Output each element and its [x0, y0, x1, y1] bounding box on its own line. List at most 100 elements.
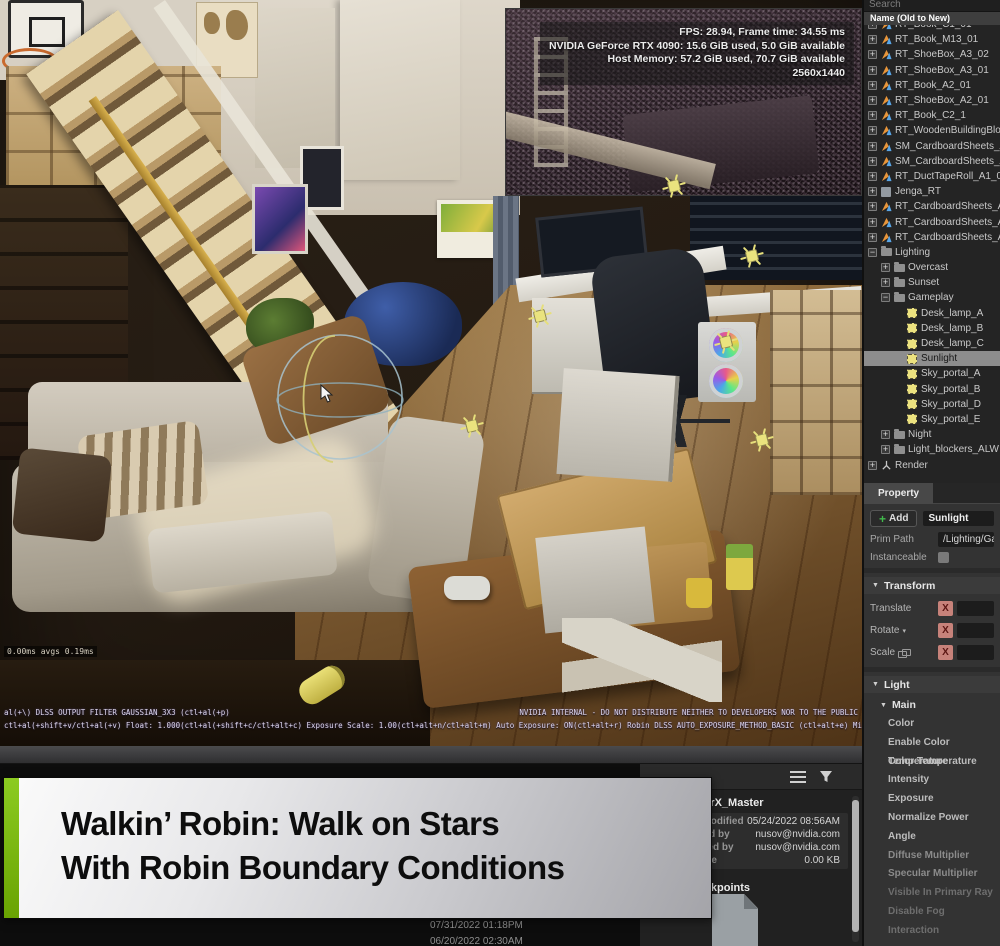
- stage-tree-item[interactable]: Sky_portal_E: [864, 412, 1000, 427]
- clear-transform-button[interactable]: X: [938, 645, 953, 660]
- stage-tree-item[interactable]: Desk_lamp_A: [864, 306, 1000, 321]
- stage-tree-item[interactable]: +Overcast: [864, 260, 1000, 275]
- stage-tree-item[interactable]: +RT_CardboardSheets_A1: [864, 214, 1000, 229]
- expander-plus-icon[interactable]: +: [868, 172, 877, 181]
- transform-section-header[interactable]: ▼ Transform: [864, 577, 1000, 594]
- stage-tree-item[interactable]: Sky_portal_D: [864, 397, 1000, 412]
- stage-tree-item[interactable]: +Render: [864, 457, 1000, 472]
- transform-value-field[interactable]: [957, 601, 994, 616]
- expander-plus-icon[interactable]: +: [868, 35, 877, 44]
- dropdown-caret-icon[interactable]: ▾: [902, 627, 906, 635]
- expander-plus-icon[interactable]: +: [881, 430, 890, 439]
- stage-tree-item[interactable]: − Gameplay: [864, 290, 1000, 305]
- tab-property[interactable]: Property: [864, 483, 933, 504]
- stage-tree-item[interactable]: Sky_portal_B: [864, 382, 1000, 397]
- stage-tree-item[interactable]: Sky_portal_A: [864, 366, 1000, 381]
- folder-icon: [893, 277, 905, 289]
- checkpoint-timestamps: 07/31/2022 01:18PM06/20/2022 02:30AM: [430, 918, 523, 946]
- file-icon[interactable]: [712, 894, 758, 946]
- expander-minus-icon[interactable]: −: [881, 293, 890, 302]
- stage-tree-item[interactable]: +RT_DuctTapeRoll_A1_01: [864, 169, 1000, 184]
- stage-tree-item[interactable]: +Night: [864, 427, 1000, 442]
- tree-item-label: Sunset: [908, 277, 939, 288]
- stage-tree-item[interactable]: +RT_Book_A2_01: [864, 78, 1000, 93]
- light-section-header[interactable]: ▼ Light: [864, 676, 1000, 693]
- expander-plus-icon[interactable]: +: [868, 96, 877, 105]
- expander-plus-icon[interactable]: +: [881, 263, 890, 272]
- light-main-subheader[interactable]: ▼ Main: [870, 693, 994, 715]
- stage-tree-item[interactable]: +RT_Book_M13_01: [864, 32, 1000, 47]
- game-controller: [444, 576, 490, 600]
- stage-tree-item[interactable]: + Sunset: [864, 275, 1000, 290]
- list-view-icon[interactable]: [790, 771, 806, 783]
- instanceable-checkbox[interactable]: [938, 552, 949, 563]
- expander-minus-icon[interactable]: −: [868, 248, 877, 257]
- xform-icon: [880, 79, 892, 91]
- light-icon: [906, 322, 918, 334]
- prim-path-field[interactable]: /Lighting/Ga: [938, 532, 994, 547]
- xform-icon: [880, 125, 892, 137]
- expander-plus-icon[interactable]: +: [868, 218, 877, 227]
- stage-tree-item[interactable]: +RT_CardboardSheets_A1: [864, 230, 1000, 245]
- expander-plus-icon[interactable]: +: [868, 142, 877, 151]
- stage-tree-item[interactable]: −Lighting: [864, 245, 1000, 260]
- transform-value-field[interactable]: [957, 645, 994, 660]
- checkpoint-timestamp: 07/31/2022 01:18PM: [430, 918, 523, 934]
- viewport-bottom-toolbar: [0, 746, 862, 764]
- clear-transform-button[interactable]: X: [938, 601, 953, 616]
- filter-icon[interactable]: [818, 769, 834, 785]
- light-gizmo-icon[interactable]: [462, 416, 482, 436]
- expander-plus-icon[interactable]: +: [868, 126, 877, 135]
- stage-tree-item[interactable]: +RT_ShoeBox_A3_01: [864, 63, 1000, 78]
- transform-value-field[interactable]: [957, 623, 994, 638]
- light-gizmo-icon[interactable]: [530, 306, 550, 326]
- expander-plus-icon[interactable]: +: [868, 157, 877, 166]
- stage-tree-item[interactable]: Desk_lamp_C: [864, 336, 1000, 351]
- stage-tree-item[interactable]: Desk_lamp_B: [864, 321, 1000, 336]
- light-gizmo-icon[interactable]: [664, 176, 684, 196]
- expander-plus-icon[interactable]: +: [868, 111, 877, 120]
- prim-name-field[interactable]: Sunlight: [923, 511, 994, 526]
- stage-tree-item[interactable]: +SM_CardboardSheets_A: [864, 154, 1000, 169]
- debug-console-overlay: al(+\) DLSS OUTPUT FILTER GAUSSIAN_3X3 (…: [0, 706, 862, 732]
- light-property-label: Visible In Primary Ray: [888, 884, 994, 903]
- add-property-button[interactable]: + Add: [870, 510, 917, 527]
- stage-tree-item[interactable]: +RT_CardboardSheets_A1: [864, 199, 1000, 214]
- tree-item-label: Desk_lamp_B: [921, 323, 983, 334]
- light-gizmo-icon[interactable]: [752, 430, 772, 450]
- tree-item-label: Sky_portal_E: [921, 414, 980, 425]
- stage-tree-item[interactable]: +RT_ShoeBox_A2_01: [864, 93, 1000, 108]
- folder-icon: [893, 262, 905, 274]
- light-icon: [906, 383, 918, 395]
- expander-plus-icon[interactable]: +: [868, 66, 877, 75]
- console-line1-left: al(+\) DLSS OUTPUT FILTER GAUSSIAN_3X3 (…: [4, 706, 230, 719]
- expander-plus-icon[interactable]: +: [868, 233, 877, 242]
- folder-icon: [893, 444, 905, 456]
- clear-transform-button[interactable]: X: [938, 623, 953, 638]
- expander-plus-icon[interactable]: +: [868, 202, 877, 211]
- expander-plus-icon[interactable]: +: [868, 187, 877, 196]
- expander-plus-icon[interactable]: +: [868, 50, 877, 59]
- light-gizmo-icon[interactable]: [742, 246, 762, 266]
- search-input[interactable]: Search: [864, 0, 1000, 12]
- stage-tree-item[interactable]: +SM_CardboardSheets_A: [864, 139, 1000, 154]
- tree-item-label: Gameplay: [908, 292, 954, 303]
- expander-plus-icon[interactable]: +: [881, 278, 890, 287]
- stage-tree-item[interactable]: +Light_blockers_ALW: [864, 442, 1000, 457]
- stage-tree-item[interactable]: +RT_WoodenBuildingBloc: [864, 123, 1000, 138]
- content-browser-scrollbar[interactable]: [852, 796, 859, 942]
- expander-plus-icon[interactable]: +: [868, 461, 877, 470]
- expander-plus-icon[interactable]: +: [868, 81, 877, 90]
- stage-tree-item[interactable]: Sunlight: [864, 351, 1000, 366]
- scale-link-icon[interactable]: [898, 649, 910, 657]
- stage-tree-item[interactable]: +Jenga_RT: [864, 184, 1000, 199]
- rotation-gizmo[interactable]: [265, 322, 415, 472]
- pillow-dark: [12, 447, 112, 542]
- tree-item-label: Desk_lamp_C: [921, 338, 984, 349]
- light-gizmo-icon[interactable]: [716, 332, 736, 352]
- stage-tree-item[interactable]: +RT_Book_C2_1: [864, 108, 1000, 123]
- viewport-3d[interactable]: FPS: 28.94, Frame time: 34.55 msNVIDIA G…: [0, 0, 862, 746]
- stage-tree-item[interactable]: +RT_ShoeBox_A3_02: [864, 47, 1000, 62]
- stage-column-header[interactable]: Name (Old to New): [864, 12, 1000, 25]
- expander-plus-icon[interactable]: +: [881, 445, 890, 454]
